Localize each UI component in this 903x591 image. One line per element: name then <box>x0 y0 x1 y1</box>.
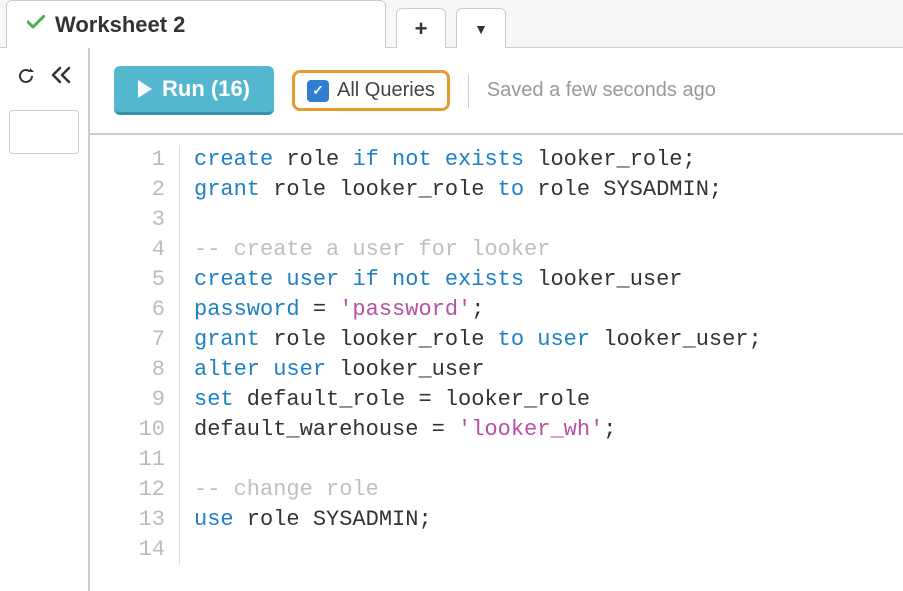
play-icon <box>138 80 152 98</box>
code-line[interactable]: grant role looker_role to role SYSADMIN; <box>194 175 762 205</box>
tab-title: Worksheet 2 <box>55 12 185 38</box>
run-button[interactable]: Run (16) <box>114 66 274 115</box>
code-line[interactable]: set default_role = looker_role <box>194 385 762 415</box>
save-status: Saved a few seconds ago <box>487 79 716 102</box>
line-gutter: 1234567891011121314 <box>90 145 180 565</box>
code-line[interactable]: -- change role <box>194 475 762 505</box>
checkmark-icon <box>27 15 45 34</box>
code-line[interactable]: default_warehouse = 'looker_wh'; <box>194 415 762 445</box>
toolbar: Run (16) ✓ All Queries Saved a few secon… <box>90 48 903 135</box>
panel-box[interactable] <box>9 110 79 154</box>
code-line[interactable]: grant role looker_role to user looker_us… <box>194 325 762 355</box>
worksheet-tab[interactable]: Worksheet 2 <box>6 0 386 48</box>
code-line[interactable]: password = 'password'; <box>194 295 762 325</box>
all-queries-toggle[interactable]: ✓ All Queries <box>292 70 450 111</box>
refresh-icon[interactable] <box>16 66 36 92</box>
tabs-bar: Worksheet 2 + ▼ <box>0 0 903 48</box>
code-line[interactable]: create user if not exists looker_user <box>194 265 762 295</box>
left-panel <box>0 48 90 591</box>
collapse-icon[interactable] <box>50 66 72 92</box>
code-line[interactable] <box>194 535 762 565</box>
code-line[interactable]: -- create a user for looker <box>194 235 762 265</box>
divider <box>468 74 469 108</box>
code-line[interactable]: alter user looker_user <box>194 355 762 385</box>
code-line[interactable]: use role SYSADMIN; <box>194 505 762 535</box>
code-area[interactable]: create role if not exists looker_role;gr… <box>180 145 762 565</box>
code-line[interactable] <box>194 205 762 235</box>
code-editor[interactable]: 1234567891011121314 create role if not e… <box>90 135 903 565</box>
tab-menu-button[interactable]: ▼ <box>456 8 506 48</box>
code-line[interactable]: create role if not exists looker_role; <box>194 145 762 175</box>
new-tab-button[interactable]: + <box>396 8 446 48</box>
run-label: Run (16) <box>162 76 250 102</box>
checkbox-icon: ✓ <box>307 80 329 102</box>
all-queries-label: All Queries <box>337 79 435 102</box>
code-line[interactable] <box>194 445 762 475</box>
